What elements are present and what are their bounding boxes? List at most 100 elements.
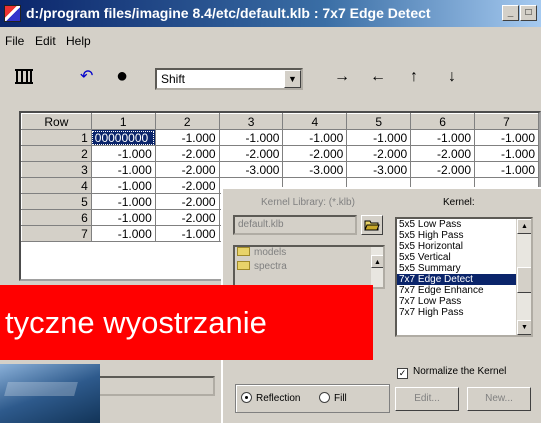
directory-item-label: models: [254, 247, 287, 258]
folder-open-svg: [364, 220, 380, 231]
kernel-list-item[interactable]: 5x5 Horizontal: [397, 241, 531, 252]
grid-cell[interactable]: -2.000: [154, 145, 220, 162]
folder-icon: [237, 247, 250, 256]
arrow-up-icon[interactable]: ↑: [410, 67, 418, 87]
kernel-list-item[interactable]: 7x7 High Pass: [397, 307, 531, 318]
grid-cell[interactable]: -1.000: [90, 209, 156, 226]
grid-cell[interactable]: -2.000: [154, 177, 220, 194]
radio-fill[interactable]: Fill: [319, 392, 347, 404]
scroll-up-icon[interactable]: ▲: [371, 255, 383, 268]
kernel-list-item[interactable]: 5x5 High Pass: [397, 230, 531, 241]
minimize-button[interactable]: _: [502, 5, 519, 21]
grid-cell[interactable]: -1.000: [410, 129, 476, 146]
chevron-down-icon[interactable]: ▼: [284, 70, 301, 88]
arrow-down-icon[interactable]: ↓: [448, 67, 456, 87]
row-header[interactable]: 2: [21, 145, 92, 162]
grid-cell[interactable]: -2.000: [410, 145, 476, 162]
grid-cell[interactable]: -1.000: [218, 129, 284, 146]
grid-cell[interactable]: -2.000: [346, 145, 412, 162]
directory-scrollbar[interactable]: ▲: [370, 247, 383, 287]
checkbox-icon[interactable]: ✓: [397, 368, 408, 379]
kernel-list-item[interactable]: 7x7 Low Pass: [397, 296, 531, 307]
column-header[interactable]: 6: [410, 113, 476, 130]
menu-help[interactable]: Help: [66, 34, 91, 48]
record-circle-icon[interactable]: ●: [116, 66, 128, 86]
window-title: d:/program files/imagine 8.4/etc/default…: [26, 5, 431, 21]
operation-combo[interactable]: Shift ▼: [155, 68, 303, 90]
grid-cell[interactable]: -1.000: [90, 193, 156, 210]
column-header[interactable]: 4: [282, 113, 348, 130]
grid-cell[interactable]: -2.000: [410, 161, 476, 178]
kernel-label: Kernel:: [443, 197, 475, 208]
directory-list[interactable]: models spectra ▲: [233, 245, 385, 289]
grid-cell[interactable]: -2.000: [218, 145, 284, 162]
menu-edit[interactable]: Edit: [35, 34, 56, 48]
kernel-list-scrollbar[interactable]: ▲ ▼: [516, 219, 531, 335]
normalize-checkbox[interactable]: ✓ Normalize the Kernel: [397, 366, 506, 379]
row-header-corner: Row: [21, 113, 92, 130]
row-header[interactable]: 3: [21, 161, 92, 178]
scroll-up-icon[interactable]: ▲: [517, 219, 531, 234]
kernel-list-item[interactable]: 7x7 Edge Enhance: [397, 285, 531, 296]
folder-open-icon[interactable]: [361, 215, 383, 235]
new-button[interactable]: New...: [467, 387, 531, 411]
row-header[interactable]: 5: [21, 193, 92, 210]
edit-button[interactable]: Edit...: [395, 387, 459, 411]
row-header[interactable]: 4: [21, 177, 92, 194]
grid-cell[interactable]: -1.000: [474, 145, 539, 162]
arrow-right-icon[interactable]: →: [334, 67, 350, 87]
grid-cell[interactable]: -2.000: [154, 209, 220, 226]
library-field[interactable]: default.klb: [233, 215, 357, 235]
column-header[interactable]: 2: [154, 113, 220, 130]
row-header[interactable]: 7: [21, 225, 92, 242]
row-header[interactable]: 6: [21, 209, 92, 226]
undo-icon[interactable]: ↶: [80, 67, 93, 87]
grid-cell[interactable]: -1.000: [474, 161, 539, 178]
radio-reflection[interactable]: Reflection: [241, 392, 300, 404]
operation-combo-value: Shift: [161, 72, 186, 86]
radio-fill-label: Fill: [334, 393, 347, 404]
grid-cell[interactable]: -1.000: [474, 129, 539, 146]
column-header[interactable]: 7: [474, 113, 539, 130]
kernel-list-item[interactable]: 5x5 Vertical: [397, 252, 531, 263]
main-window: d:/program files/imagine 8.4/etc/default…: [0, 0, 541, 423]
arrow-left-icon[interactable]: ←: [370, 67, 386, 87]
columns-icon[interactable]: [14, 67, 34, 90]
grid-cell[interactable]: -1.000: [90, 161, 156, 178]
grid-cell[interactable]: -1.000: [154, 129, 220, 146]
grid-cell[interactable]: -1.000: [90, 177, 156, 194]
grid-cell[interactable]: -2.000: [154, 193, 220, 210]
maximize-button[interactable]: □: [520, 5, 537, 21]
column-header[interactable]: 1: [90, 113, 156, 130]
scroll-down-icon[interactable]: ▼: [517, 320, 531, 335]
grid-cell[interactable]: -3.000: [346, 161, 412, 178]
kernel-list-item[interactable]: 5x5 Summary: [397, 263, 531, 274]
radio-icon[interactable]: [241, 392, 252, 403]
grid-cell[interactable]: -1.000: [90, 225, 156, 242]
grid-cell[interactable]: -1.000: [346, 129, 412, 146]
grid-cell[interactable]: 00000000: [90, 129, 156, 146]
grid-cell[interactable]: -1.000: [90, 145, 156, 162]
table-row: 1 00000000 -1.000 -1.000 -1.000 -1.000 -1.000-…: [21, 129, 539, 146]
kernel-list-item[interactable]: 7x7 Edge Detect: [397, 274, 531, 285]
radio-icon[interactable]: [319, 392, 330, 403]
kernel-list-item[interactable]: 5x5 Low Pass: [397, 219, 531, 230]
grid-cell[interactable]: -2.000: [154, 161, 220, 178]
directory-item-label: spectra: [254, 261, 287, 272]
column-header[interactable]: 3: [218, 113, 284, 130]
library-label: Kernel Library: (*.klb): [261, 197, 355, 208]
grid-cell[interactable]: -3.000: [282, 161, 348, 178]
menu-file[interactable]: File: [5, 34, 24, 48]
grid-cell[interactable]: -1.000: [154, 225, 220, 242]
app-icon: [4, 5, 21, 22]
grid-cell[interactable]: -3.000: [218, 161, 284, 178]
kernel-list[interactable]: 5x5 Low Pass 5x5 High Pass 5x5 Horizontal 5…: [395, 217, 533, 337]
title-bar[interactable]: d:/program files/imagine 8.4/etc/default…: [0, 0, 541, 27]
column-header[interactable]: 5: [346, 113, 412, 130]
directory-item[interactable]: spectra: [235, 261, 383, 275]
grid-cell[interactable]: -2.000: [282, 145, 348, 162]
row-header[interactable]: 1: [21, 129, 92, 146]
scroll-thumb[interactable]: [517, 267, 531, 293]
grid-cell[interactable]: -1.000: [282, 129, 348, 146]
directory-item[interactable]: models: [235, 247, 383, 261]
